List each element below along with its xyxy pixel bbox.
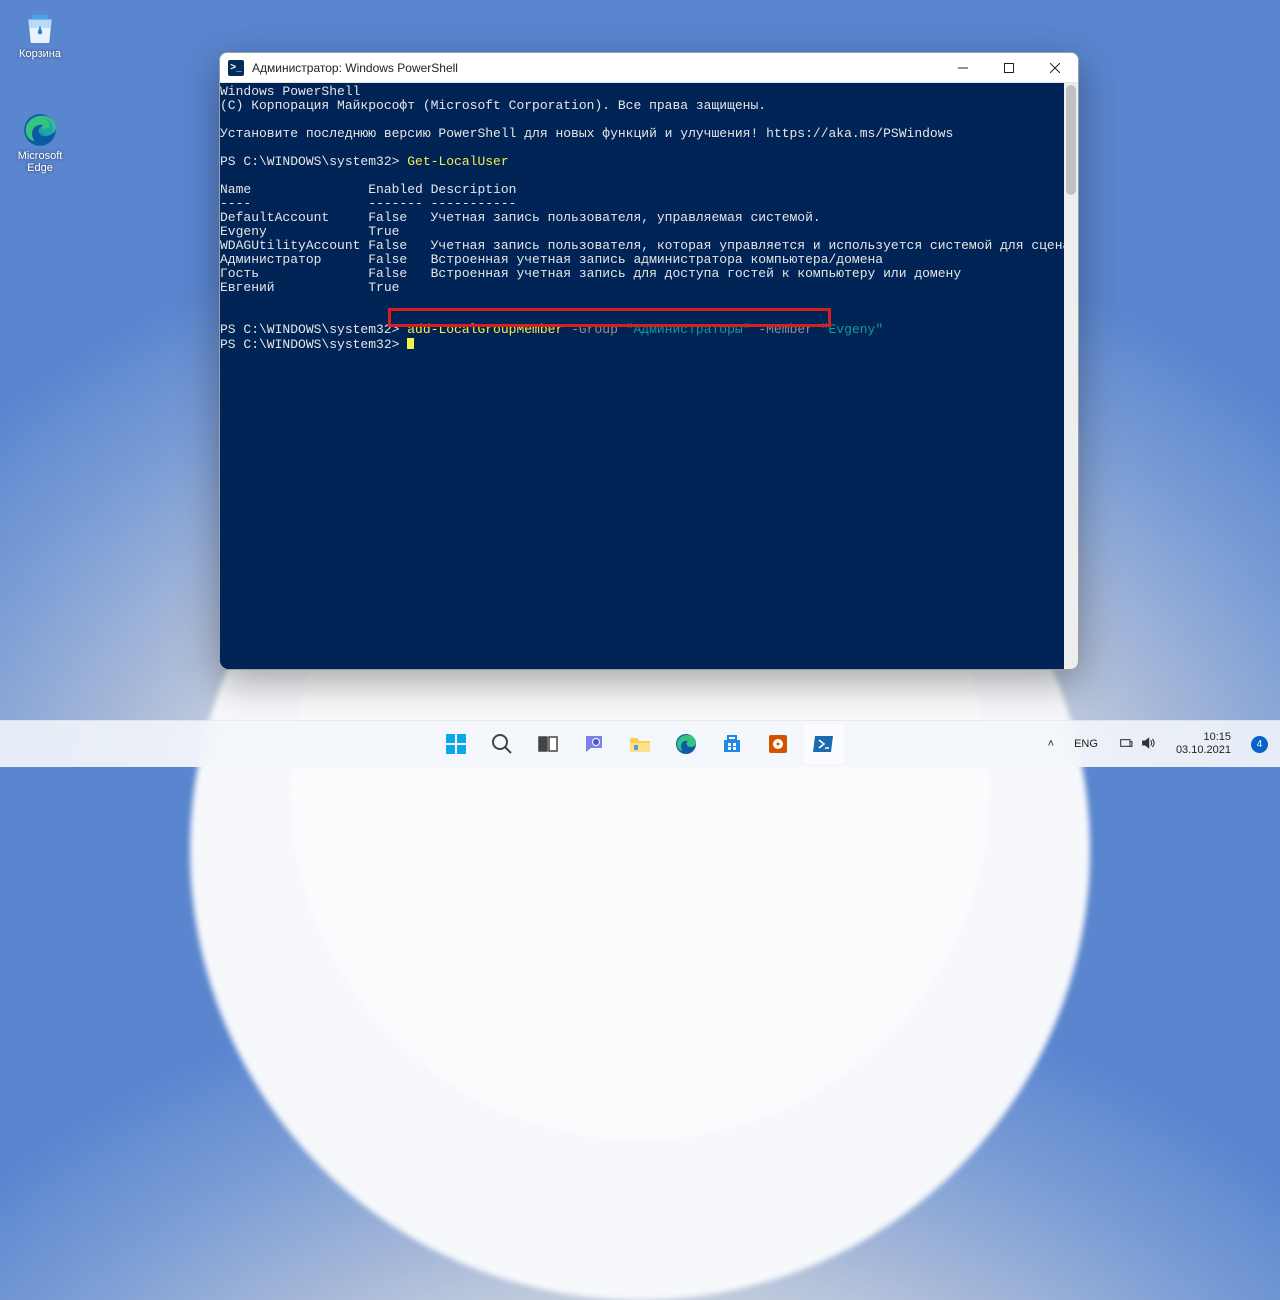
terminal-prompt: PS C:\WINDOWS\system32> Get-LocalUser xyxy=(220,155,1064,169)
desktop-icon-label: Корзина xyxy=(19,48,61,60)
taskbar-tray: ˄ ENG 10:15 03.10.2021 4 xyxy=(1042,724,1274,764)
search-button[interactable] xyxy=(482,724,522,764)
window-title: Администратор: Windows PowerShell xyxy=(252,61,458,75)
minimize-button[interactable] xyxy=(940,53,986,83)
powershell-app-icon: >_ xyxy=(228,60,244,76)
volume-icon xyxy=(1140,735,1156,754)
tray-language[interactable]: ENG xyxy=(1068,724,1104,764)
taskbar: ˄ ENG 10:15 03.10.2021 4 xyxy=(0,720,1280,767)
scrollbar-thumb[interactable] xyxy=(1066,85,1076,195)
terminal-body[interactable]: Windows PowerShell (С) Корпорация Майкро… xyxy=(220,83,1078,669)
table-row: Гость False Встроенная учетная запись дл… xyxy=(220,267,1064,281)
tray-notifications[interactable]: 4 xyxy=(1245,724,1274,764)
chevron-up-icon: ˄ xyxy=(1048,738,1054,750)
network-icon xyxy=(1118,735,1134,754)
desktop-icon-label: Microsoft Edge xyxy=(8,150,72,174)
powershell-button[interactable] xyxy=(804,724,844,764)
table-row: Evgeny True xyxy=(220,225,1064,239)
table-divider: ---- ------- ----------- xyxy=(220,197,1064,211)
desktop-icon-edge[interactable]: Microsoft Edge xyxy=(8,110,72,174)
terminal-prompt: PS C:\WINDOWS\system32> xyxy=(220,337,1064,352)
language-label: ENG xyxy=(1074,738,1098,750)
groove-button[interactable] xyxy=(758,724,798,764)
edge-button[interactable] xyxy=(666,724,706,764)
tray-overflow[interactable]: ˄ xyxy=(1042,724,1060,764)
start-button[interactable] xyxy=(436,724,476,764)
terminal-scrollbar[interactable] xyxy=(1064,83,1078,669)
clock-time: 10:15 xyxy=(1176,731,1231,744)
file-explorer-button[interactable] xyxy=(620,724,660,764)
table-row: WDAGUtilityAccount False Учетная запись … xyxy=(220,239,1064,253)
recycle-bin-icon xyxy=(20,8,60,48)
terminal-prompt: PS C:\WINDOWS\system32> add-LocalGroupMe… xyxy=(220,323,1064,337)
clock-date: 03.10.2021 xyxy=(1176,744,1231,757)
desktop-icon-recycle-bin[interactable]: Корзина xyxy=(8,8,72,60)
tray-network[interactable] xyxy=(1112,724,1162,764)
task-view-button[interactable] xyxy=(528,724,568,764)
cursor xyxy=(407,338,414,349)
store-button[interactable] xyxy=(712,724,752,764)
table-row: Администратор False Встроенная учетная з… xyxy=(220,253,1064,267)
tray-clock[interactable]: 10:15 03.10.2021 xyxy=(1170,724,1237,764)
chat-button[interactable] xyxy=(574,724,614,764)
table-row: DefaultAccount False Учетная запись поль… xyxy=(220,211,1064,225)
terminal-line: (С) Корпорация Майкрософт (Microsoft Cor… xyxy=(220,99,1064,113)
table-row: Евгений True xyxy=(220,281,1064,295)
titlebar[interactable]: >_ Администратор: Windows PowerShell xyxy=(220,53,1078,83)
notification-count: 4 xyxy=(1251,736,1268,753)
terminal-line: Установите последнюю версию PowerShell д… xyxy=(220,127,1064,141)
microsoft-edge-icon xyxy=(20,110,60,150)
close-button[interactable] xyxy=(1032,53,1078,83)
powershell-window: >_ Администратор: Windows PowerShell Win… xyxy=(219,52,1079,670)
maximize-button[interactable] xyxy=(986,53,1032,83)
table-header: Name Enabled Description xyxy=(220,183,1064,197)
taskbar-center xyxy=(436,724,844,764)
terminal-line: Windows PowerShell xyxy=(220,85,1064,99)
